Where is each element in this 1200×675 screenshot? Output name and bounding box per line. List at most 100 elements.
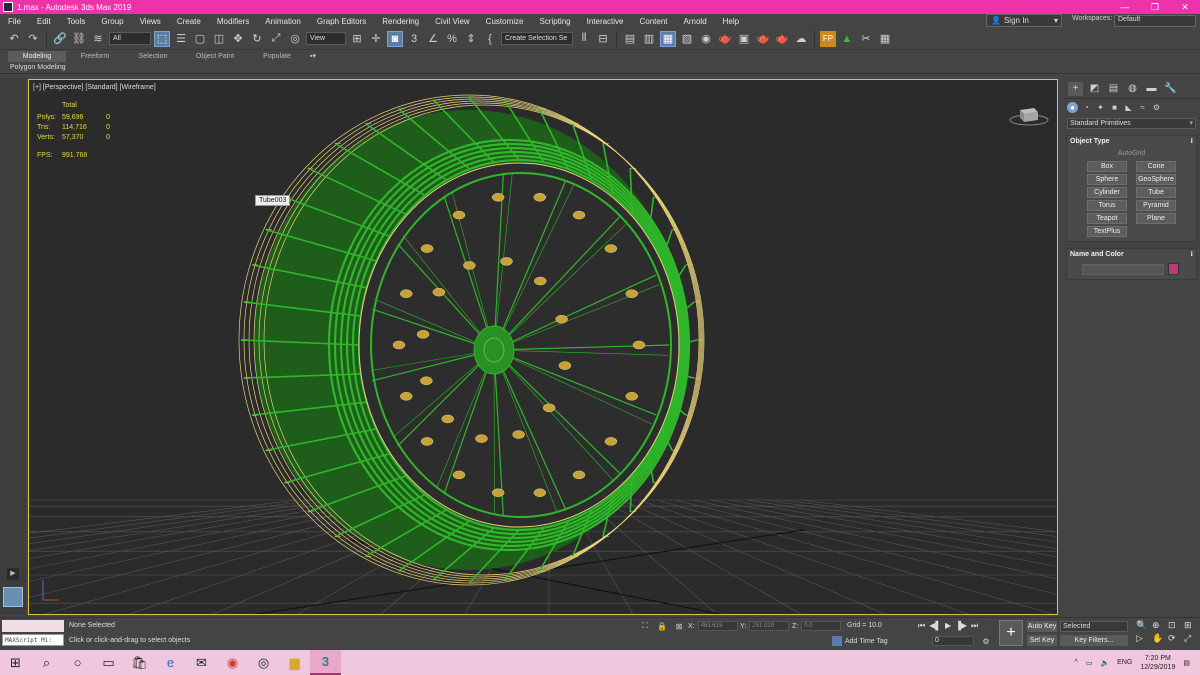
- box-button[interactable]: Box: [1087, 161, 1127, 172]
- bind-spacewarp-icon[interactable]: ≋: [90, 31, 106, 47]
- ribbon-tab-object-paint[interactable]: Object Paint: [182, 51, 248, 62]
- viewport-label-menu[interactable]: [+] [Perspective] [Standard] [Wireframe]: [33, 84, 156, 91]
- menu-interactive[interactable]: Interactive: [579, 17, 632, 26]
- network-icon[interactable]: ▭: [1086, 659, 1093, 667]
- viewport-layout-button[interactable]: [3, 587, 23, 607]
- sphere-button[interactable]: Sphere: [1087, 174, 1127, 185]
- utilities-tab-icon[interactable]: 🔧: [1163, 82, 1178, 96]
- orbit-icon[interactable]: ⟳: [1168, 633, 1182, 644]
- toggle-ribbon-icon[interactable]: ▥: [641, 31, 657, 47]
- selection-filter-select[interactable]: All: [109, 32, 151, 45]
- select-object-icon[interactable]: ⬚: [154, 30, 170, 47]
- object-type-rollout-header[interactable]: Object Type ⁝: [1067, 136, 1196, 148]
- menu-create[interactable]: Create: [169, 17, 209, 26]
- menu-file[interactable]: File: [0, 17, 29, 26]
- lights-icon[interactable]: ✦: [1095, 102, 1106, 113]
- angle-snap-icon[interactable]: ∠: [425, 31, 441, 47]
- named-selection-set-select[interactable]: Create Selection Se: [501, 32, 573, 45]
- menu-group[interactable]: Group: [93, 17, 131, 26]
- store-icon[interactable]: 🛍: [124, 650, 155, 675]
- display-tab-icon[interactable]: ▬: [1144, 82, 1159, 96]
- input-language[interactable]: ENG: [1117, 659, 1132, 666]
- zoom-icon[interactable]: 🔍: [1136, 620, 1150, 631]
- media-icon[interactable]: ◎: [248, 650, 279, 675]
- menu-modifiers[interactable]: Modifiers: [209, 17, 257, 26]
- geosphere-button[interactable]: GeoSphere: [1136, 174, 1176, 185]
- x-field[interactable]: 463.619: [697, 621, 738, 631]
- autogrid-checkbox[interactable]: AutoGrid: [1067, 150, 1196, 161]
- 3ds-max-taskbar-icon[interactable]: 3: [310, 650, 341, 675]
- task-view-icon[interactable]: ▭: [93, 650, 124, 675]
- curve-editor-icon[interactable]: ▦: [660, 30, 676, 47]
- menu-content[interactable]: Content: [632, 17, 676, 26]
- motion-tab-icon[interactable]: ◍: [1125, 82, 1140, 96]
- link-icon[interactable]: 🔗: [52, 31, 68, 47]
- textplus-button[interactable]: TextPlus: [1087, 226, 1127, 237]
- tube-button[interactable]: Tube: [1136, 187, 1176, 198]
- minimize-button[interactable]: —: [1110, 2, 1140, 13]
- window-crossing-icon[interactable]: ◫: [211, 31, 227, 47]
- go-to-start-icon[interactable]: ⏮: [918, 621, 925, 631]
- schematic-view-icon[interactable]: ▧: [679, 31, 695, 47]
- helpers-icon[interactable]: ◣: [1123, 102, 1134, 113]
- ribbon-tab-modeling[interactable]: Modeling: [8, 50, 66, 62]
- menu-views[interactable]: Views: [132, 17, 169, 26]
- auto-key-button[interactable]: Auto Key: [1027, 621, 1057, 632]
- spinner-snap-icon[interactable]: ⇕: [463, 31, 479, 47]
- fracture-plugin-icon[interactable]: FP: [820, 30, 836, 47]
- snaps-toggle-icon[interactable]: 3: [406, 31, 422, 47]
- time-config-icon[interactable]: ⚙: [980, 635, 992, 647]
- selection-lock-icon[interactable]: 🔒: [656, 620, 668, 632]
- play-icon[interactable]: ▶: [945, 621, 951, 631]
- chrome-icon[interactable]: ◉: [217, 650, 248, 675]
- menu-animation[interactable]: Animation: [257, 17, 309, 26]
- edge-browser-icon[interactable]: e: [155, 650, 186, 675]
- ribbon-tab-freeform[interactable]: Freeform: [66, 51, 124, 62]
- current-frame-field[interactable]: 0: [932, 636, 974, 646]
- search-icon[interactable]: ⌕: [31, 650, 62, 675]
- zoom-all-icon[interactable]: ⊕: [1152, 620, 1166, 631]
- sign-in-button[interactable]: 👤 Sign In ▾: [986, 14, 1062, 27]
- redo-icon[interactable]: ↷: [25, 31, 41, 47]
- ribbon-options-icon[interactable]: ▪▾: [306, 51, 320, 61]
- plane-button[interactable]: Plane: [1136, 213, 1176, 224]
- menu-tools[interactable]: Tools: [59, 17, 94, 26]
- wrench-icon[interactable]: ✂: [858, 31, 874, 47]
- y-field[interactable]: 251.029: [749, 621, 790, 631]
- key-filters-button[interactable]: Key Filters...: [1060, 635, 1128, 646]
- zoom-extents-all-icon[interactable]: ⊞: [1184, 620, 1198, 631]
- windows-start-icon[interactable]: ⊞: [0, 650, 31, 675]
- key-selection-select[interactable]: Selected: [1060, 621, 1128, 632]
- menu-edit[interactable]: Edit: [29, 17, 59, 26]
- name-color-rollout-header[interactable]: Name and Color ⁝: [1067, 249, 1196, 261]
- object-color-swatch[interactable]: [1168, 263, 1179, 275]
- next-frame-icon[interactable]: ▐▶: [955, 621, 967, 631]
- cylinder-button[interactable]: Cylinder: [1087, 187, 1127, 198]
- mail-icon[interactable]: ✉: [186, 650, 217, 675]
- object-name-field[interactable]: [1082, 263, 1164, 275]
- z-field[interactable]: 0.0: [801, 621, 842, 631]
- isolate-selection-icon[interactable]: ⛶: [639, 620, 651, 632]
- teapot-button[interactable]: Teapot: [1087, 213, 1127, 224]
- space-warps-icon[interactable]: ≈: [1137, 102, 1148, 113]
- wheel-wireframe[interactable]: [42, 94, 705, 601]
- menu-customize[interactable]: Customize: [478, 17, 532, 26]
- zoom-extents-icon[interactable]: ⊡: [1168, 620, 1182, 631]
- perspective-viewport[interactable]: [+] [Perspective] [Standard] [Wireframe]…: [28, 79, 1058, 615]
- material-editor-icon[interactable]: ◉: [698, 31, 714, 47]
- pivot-center-icon[interactable]: ⊞: [349, 31, 365, 47]
- ribbon-tab-selection[interactable]: Selection: [124, 51, 182, 62]
- rectangular-selection-icon[interactable]: ▢: [192, 31, 208, 47]
- systems-icon[interactable]: ⚙: [1151, 102, 1162, 113]
- cameras-icon[interactable]: ■: [1109, 102, 1120, 113]
- ribbon-panel-label[interactable]: Polygon Modeling: [0, 62, 1200, 74]
- viewport-scene[interactable]: [29, 80, 1058, 615]
- maximize-viewport-icon[interactable]: ⤢: [1184, 633, 1198, 644]
- tray-overflow-icon[interactable]: ^: [1075, 659, 1078, 666]
- placement-icon[interactable]: ◎: [287, 31, 303, 47]
- maxscript-mini-listener[interactable]: MAXScript Mi:: [2, 634, 64, 646]
- pyramid-button[interactable]: Pyramid: [1136, 200, 1176, 211]
- percent-snap-icon[interactable]: %: [444, 31, 460, 47]
- render-cloud-icon[interactable]: ☁: [793, 31, 809, 47]
- previous-frame-icon[interactable]: ◀▌: [929, 621, 941, 631]
